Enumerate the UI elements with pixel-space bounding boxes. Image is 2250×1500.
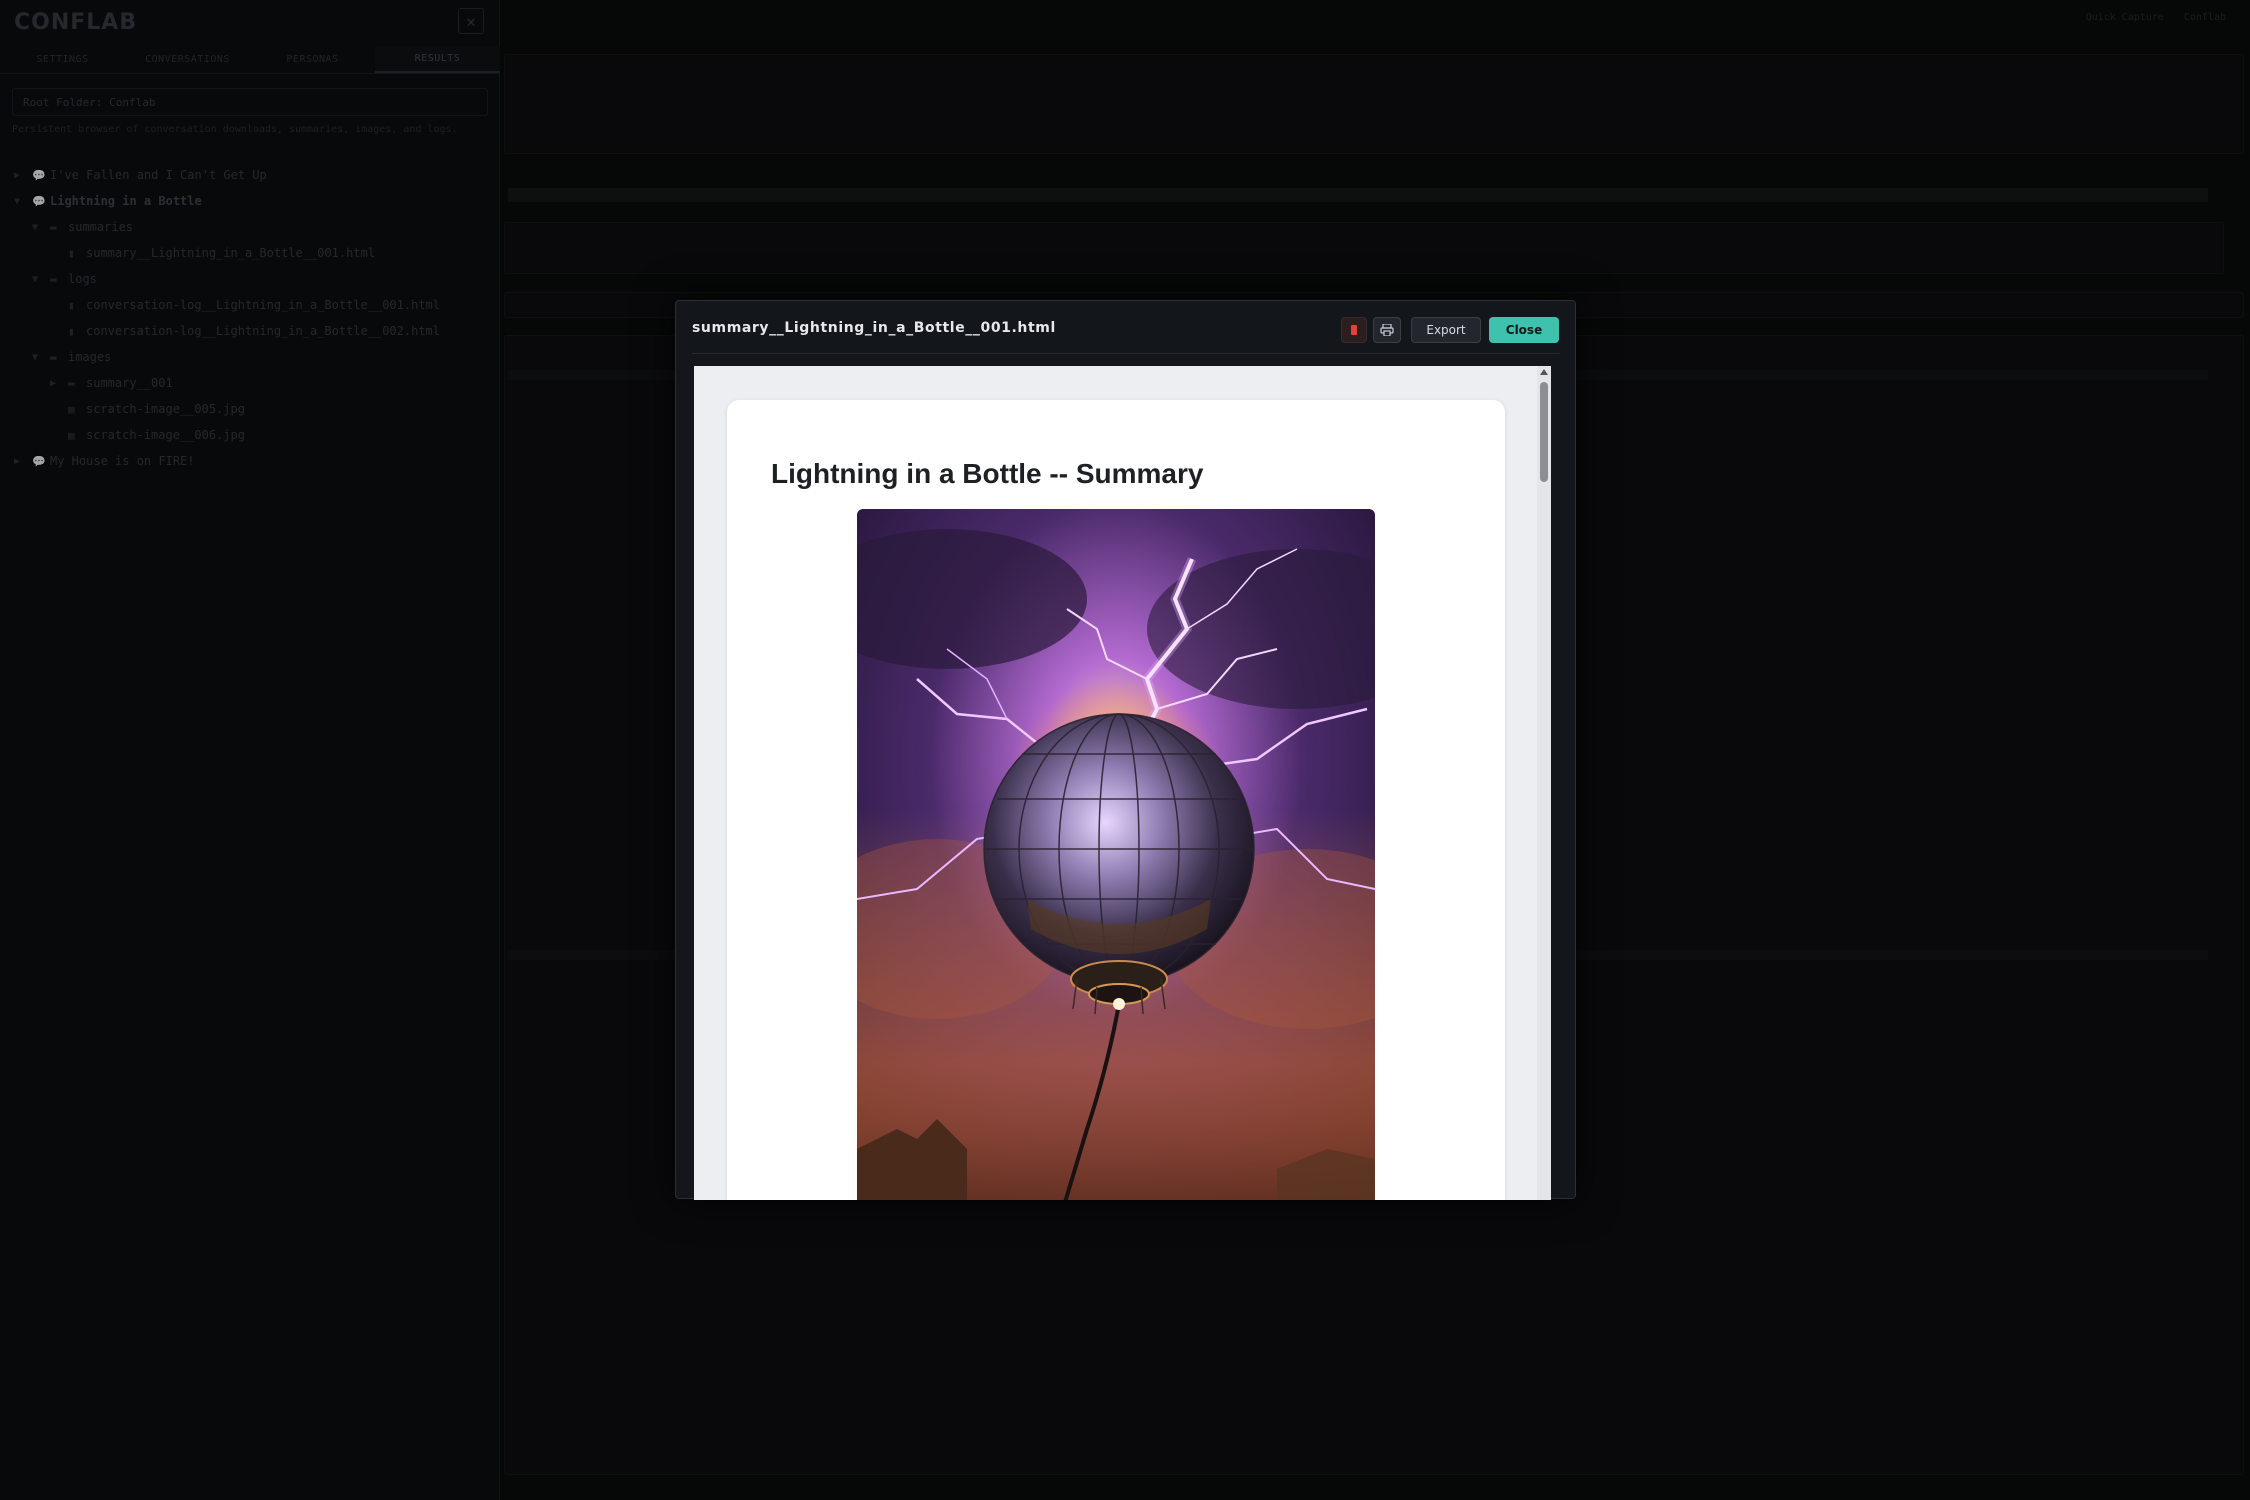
document-preview-frame[interactable]: Lightning in a Bottle -- Summary xyxy=(694,366,1551,1200)
summary-document: Lightning in a Bottle -- Summary xyxy=(727,400,1505,1200)
modal-divider xyxy=(692,353,1560,354)
export-button[interactable]: Export xyxy=(1411,317,1481,343)
print-button[interactable] xyxy=(1373,317,1401,343)
printer-icon xyxy=(1380,324,1394,336)
summary-image xyxy=(857,509,1375,1200)
modal-title: summary__Lightning_in_a_Bottle__001.html xyxy=(692,320,1056,336)
trash-icon xyxy=(1351,325,1357,335)
document-title: Lightning in a Bottle -- Summary xyxy=(771,458,1204,489)
scroll-thumb[interactable] xyxy=(1540,382,1548,482)
preview-scrollbar[interactable] xyxy=(1537,366,1551,1200)
scroll-up-arrow-icon[interactable] xyxy=(1540,369,1548,375)
close-button[interactable]: Close xyxy=(1489,317,1559,343)
delete-button[interactable] xyxy=(1341,317,1367,343)
file-preview-modal: summary__Lightning_in_a_Bottle__001.html… xyxy=(675,300,1576,1200)
lightning-balloon-illustration xyxy=(857,509,1375,1200)
app-window: CONFLAB ✕ SETTINGS CONVERSATIONS PERSONA… xyxy=(0,0,2250,1500)
